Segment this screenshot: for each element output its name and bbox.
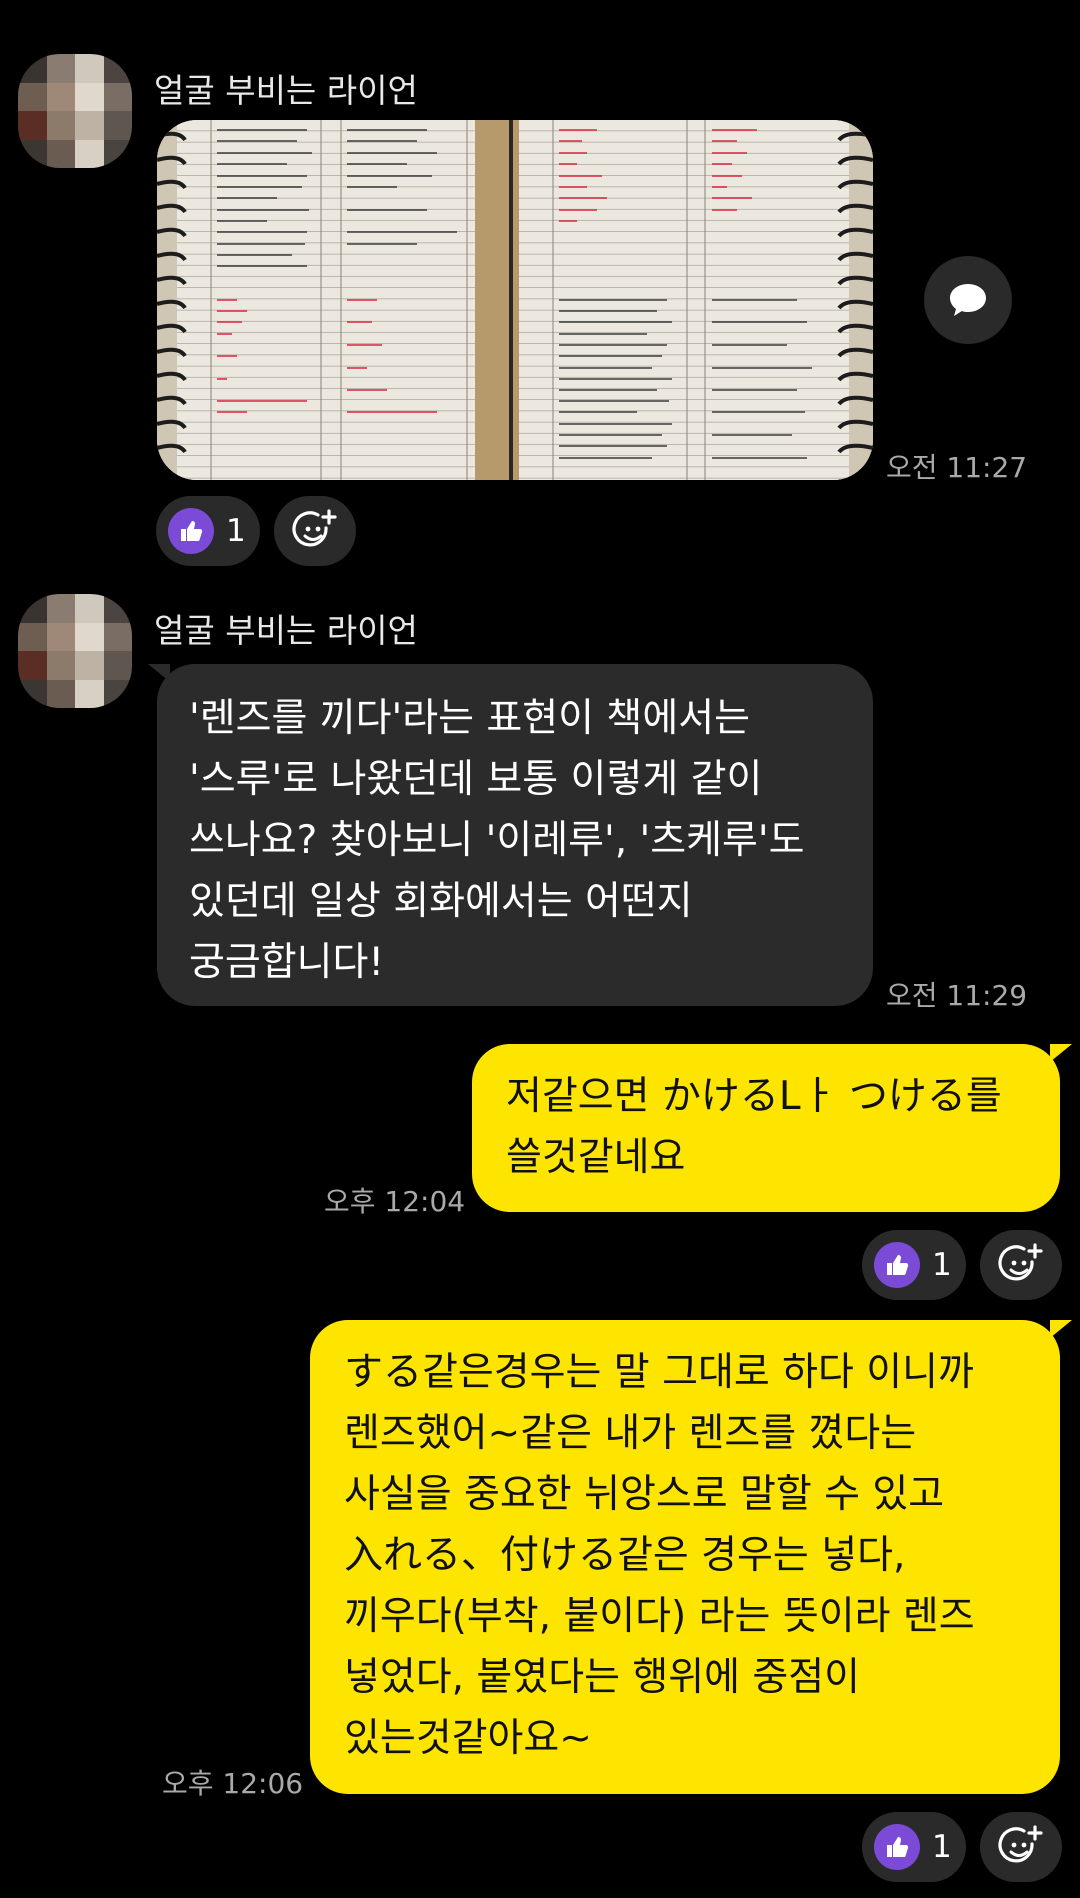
avatar[interactable] bbox=[18, 54, 132, 168]
message-time: 오전 11:27 bbox=[886, 451, 1028, 484]
reaction-count: 1 bbox=[932, 1247, 952, 1283]
sender-name: 얼굴 부비는 라이언 bbox=[154, 71, 418, 110]
thumbs-up-icon bbox=[168, 508, 214, 554]
avatar[interactable] bbox=[18, 594, 132, 708]
bubble-tail bbox=[1050, 1320, 1072, 1338]
smile-plus-icon bbox=[998, 1825, 1043, 1863]
reaction-count: 1 bbox=[932, 1829, 952, 1865]
speech-bubble-icon bbox=[950, 284, 986, 316]
thumbs-up-icon bbox=[874, 1824, 920, 1870]
message-time: 오후 12:06 bbox=[162, 1767, 304, 1800]
smile-plus-icon bbox=[998, 1243, 1043, 1281]
sender-name: 얼굴 부비는 라이언 bbox=[154, 611, 418, 650]
reaction-count: 1 bbox=[226, 513, 246, 549]
add-reaction-button[interactable] bbox=[274, 496, 356, 566]
add-reaction-button[interactable] bbox=[980, 1812, 1062, 1882]
message-bubble[interactable]: する같은경우는 말 그대로 하다 이니까 렌즈했어~같은 내가 렌즈를 꼈다는 … bbox=[310, 1320, 1060, 1794]
message-bubble[interactable]: '렌즈를 끼다'라는 표현이 책에서는 '스루'로 나왔던데 보통 이렇게 같이… bbox=[157, 664, 873, 1006]
message-time: 오전 11:29 bbox=[886, 979, 1028, 1012]
message-time: 오후 12:04 bbox=[324, 1185, 466, 1218]
notebook-photo[interactable] bbox=[157, 120, 873, 480]
add-reaction-button[interactable] bbox=[980, 1230, 1062, 1300]
like-reaction[interactable]: 1 bbox=[156, 496, 260, 566]
like-reaction[interactable]: 1 bbox=[862, 1230, 966, 1300]
message-bubble[interactable]: 저같으면 かけるLㅏ つける를 쓸것같네요 bbox=[472, 1044, 1060, 1212]
bubble-tail bbox=[1050, 1044, 1072, 1062]
like-reaction[interactable]: 1 bbox=[862, 1812, 966, 1882]
notebook-image bbox=[157, 120, 873, 480]
thumbs-up-icon bbox=[874, 1242, 920, 1288]
share-button[interactable] bbox=[924, 256, 1012, 344]
smile-plus-icon bbox=[292, 509, 337, 547]
